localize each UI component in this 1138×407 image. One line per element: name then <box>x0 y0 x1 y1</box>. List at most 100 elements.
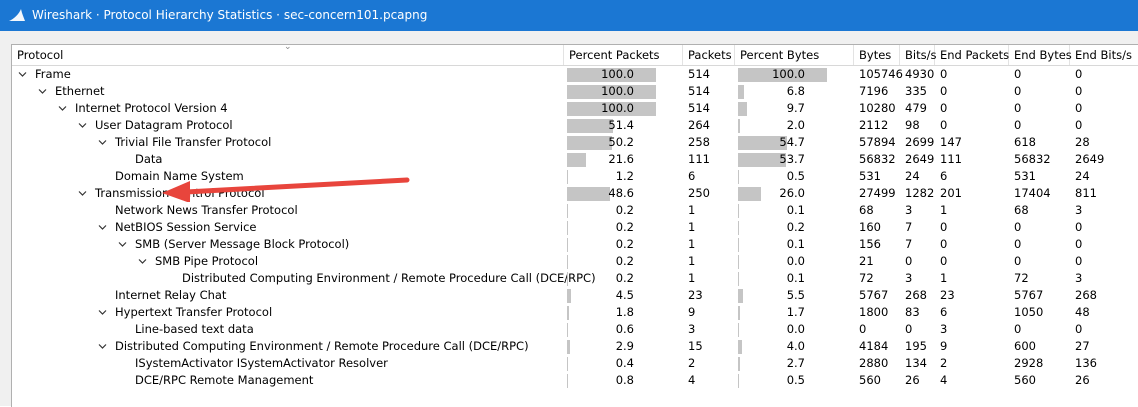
column-percent-bytes-header[interactable]: Percent Bytes <box>735 45 854 65</box>
end-bytes-value: 56832 <box>1014 152 1051 166</box>
percent-bytes-value: 5.5 <box>786 288 805 302</box>
end-packets-value: 111 <box>940 152 962 166</box>
protocol-name: ISystemActivator ISystemActivator Resolv… <box>135 356 388 370</box>
tree-row[interactable]: NetBIOS Session Service 0.2 0.2 1 160 7 0 0 0 <box>12 219 1138 236</box>
end-bits-per-sec-value: 268 <box>1075 288 1097 302</box>
chevron-down-icon[interactable] <box>96 304 109 321</box>
bits-per-sec-value: 479 <box>905 101 927 115</box>
percent-bytes-value: 6.8 <box>786 84 805 98</box>
percent-packets-value: 0.6 <box>615 322 634 336</box>
protocol-hierarchy-tree[interactable]: ⌄ Protocol Percent Packets Packets Percent … <box>11 44 1138 407</box>
wireshark-fin-icon <box>9 9 25 21</box>
end-bits-per-sec-value: 0 <box>1075 237 1083 251</box>
column-protocol-header[interactable]: Protocol <box>12 45 564 65</box>
packets-value: 258 <box>688 135 710 149</box>
bytes-value: 56832 <box>859 152 896 166</box>
packets-value: 1 <box>688 220 696 234</box>
chevron-down-icon[interactable] <box>16 66 29 83</box>
bytes-value: 560 <box>859 373 881 387</box>
tree-row[interactable]: Ethernet 100.0 6.8 514 7196 335 0 0 0 <box>12 83 1138 100</box>
end-bytes-value: 0 <box>1014 67 1022 81</box>
bits-per-sec-value: 7 <box>905 237 913 251</box>
bits-per-sec-value: 1282 <box>905 186 935 200</box>
bytes-value: 5767 <box>859 288 889 302</box>
bits-per-sec-value: 0 <box>905 322 913 336</box>
percent-packets-value: 0.2 <box>615 203 634 217</box>
column-packets-header[interactable]: Packets <box>683 45 735 65</box>
protocol-cell: Internet Relay Chat <box>96 287 564 304</box>
percent-bytes-value: 1.7 <box>786 305 805 319</box>
percent-bytes-value: 2.0 <box>786 118 805 132</box>
percent-packets-value: 4.5 <box>615 288 634 302</box>
chevron-down-icon[interactable] <box>96 219 109 236</box>
bytes-value: 10280 <box>859 101 896 115</box>
bits-per-sec-value: 4930 <box>905 67 935 81</box>
protocol-cell: Hypertext Transfer Protocol <box>96 304 564 321</box>
protocol-cell: Data <box>116 151 564 168</box>
end-bits-per-sec-value: 0 <box>1075 101 1083 115</box>
column-end-packets-header[interactable]: End Packets <box>935 45 1009 65</box>
tree-row[interactable]: Data 21.6 53.7 111 56832 2649 111 56832 2649 <box>12 151 1138 168</box>
chevron-down-icon[interactable] <box>56 100 69 117</box>
tree-row[interactable]: Hypertext Transfer Protocol 1.8 1.7 9 1800 83… <box>12 304 1138 321</box>
column-percent-packets-header[interactable]: Percent Packets <box>564 45 683 65</box>
percent-bytes-value: 0.1 <box>786 271 805 285</box>
column-end-bits-per-sec-header[interactable]: End Bits/s <box>1070 45 1138 65</box>
tree-row[interactable]: Distributed Computing Environment / Remo… <box>12 338 1138 355</box>
end-bits-per-sec-value: 26 <box>1075 373 1090 387</box>
chevron-down-icon[interactable] <box>136 253 149 270</box>
bits-per-sec-value: 98 <box>905 118 920 132</box>
bytes-value: 160 <box>859 220 881 234</box>
protocol-name: Data <box>135 152 163 166</box>
tree-row[interactable]: ISystemActivator ISystemActivator Resolv… <box>12 355 1138 372</box>
packets-value: 6 <box>688 169 696 183</box>
tree-row[interactable]: SMB (Server Message Block Protocol) 0.2 0.… <box>12 236 1138 253</box>
percent-bytes-value: 9.7 <box>786 101 805 115</box>
bits-per-sec-value: 2649 <box>905 152 935 166</box>
chevron-down-icon[interactable] <box>36 83 49 100</box>
percent-packets-value: 0.4 <box>615 356 634 370</box>
tree-row[interactable]: Trivial File Transfer Protocol 50.2 54.7 25… <box>12 134 1138 151</box>
end-bits-per-sec-value: 0 <box>1075 254 1083 268</box>
column-bits-per-sec-header[interactable]: Bits/s <box>900 45 936 65</box>
percent-bytes-value: 0.0 <box>786 254 805 268</box>
percent-packets-value: 100.0 <box>601 84 634 98</box>
column-end-bytes-header[interactable]: End Bytes <box>1009 45 1072 65</box>
tree-row[interactable]: Line-based text data 0.6 0.0 3 0 0 3 0 0 <box>12 321 1138 338</box>
end-bytes-value: 0 <box>1014 220 1022 234</box>
tree-row[interactable]: Internet Protocol Version 4 100.0 9.7 514 10… <box>12 100 1138 117</box>
end-packets-value: 2 <box>940 356 948 370</box>
bytes-value: 105746 <box>859 67 903 81</box>
tree-row[interactable]: User Datagram Protocol 51.4 2.0 264 2112 98 0 0… <box>12 117 1138 134</box>
chevron-down-icon[interactable] <box>76 185 89 202</box>
tree-row[interactable]: Frame 100.0 100.0 514 105746 4930 0 0 0 <box>12 66 1138 83</box>
end-bits-per-sec-value: 0 <box>1075 322 1083 336</box>
tree-row[interactable]: Internet Relay Chat 4.5 5.5 23 5767 268 23 5767… <box>12 287 1138 304</box>
chevron-down-icon[interactable] <box>76 117 89 134</box>
bits-per-sec-value: 195 <box>905 339 927 353</box>
percent-packets-value: 50.2 <box>608 135 634 149</box>
percent-packets-value: 48.6 <box>608 186 634 200</box>
end-bytes-value: 0 <box>1014 101 1022 115</box>
tree-row[interactable]: DCE/RPC Remote Management 0.8 0.5 4 560 26 4 56… <box>12 372 1138 389</box>
protocol-cell: SMB Pipe Protocol <box>136 253 564 270</box>
chevron-down-icon[interactable] <box>96 338 109 355</box>
end-bytes-value: 0 <box>1014 237 1022 251</box>
end-packets-value: 0 <box>940 67 948 81</box>
bits-per-sec-value: 134 <box>905 356 927 370</box>
end-bytes-value: 1050 <box>1014 305 1044 319</box>
end-bytes-value: 5767 <box>1014 288 1044 302</box>
end-bytes-value: 0 <box>1014 84 1022 98</box>
tree-row[interactable]: SMB Pipe Protocol 0.2 0.0 1 21 0 0 0 0 <box>12 253 1138 270</box>
column-bytes-header[interactable]: Bytes <box>854 45 900 65</box>
tree-row[interactable]: Distributed Computing Environment / Remo… <box>12 270 1138 287</box>
end-packets-value: 0 <box>940 220 948 234</box>
tree-row[interactable]: Network News Transfer Protocol 0.2 0.1 1 68 3… <box>12 202 1138 219</box>
packets-value: 111 <box>688 152 710 166</box>
protocol-cell: NetBIOS Session Service <box>96 219 564 236</box>
protocol-cell: ISystemActivator ISystemActivator Resolv… <box>116 355 564 372</box>
chevron-down-icon[interactable] <box>96 134 109 151</box>
chevron-down-icon[interactable] <box>116 236 129 253</box>
bytes-value: 156 <box>859 237 881 251</box>
